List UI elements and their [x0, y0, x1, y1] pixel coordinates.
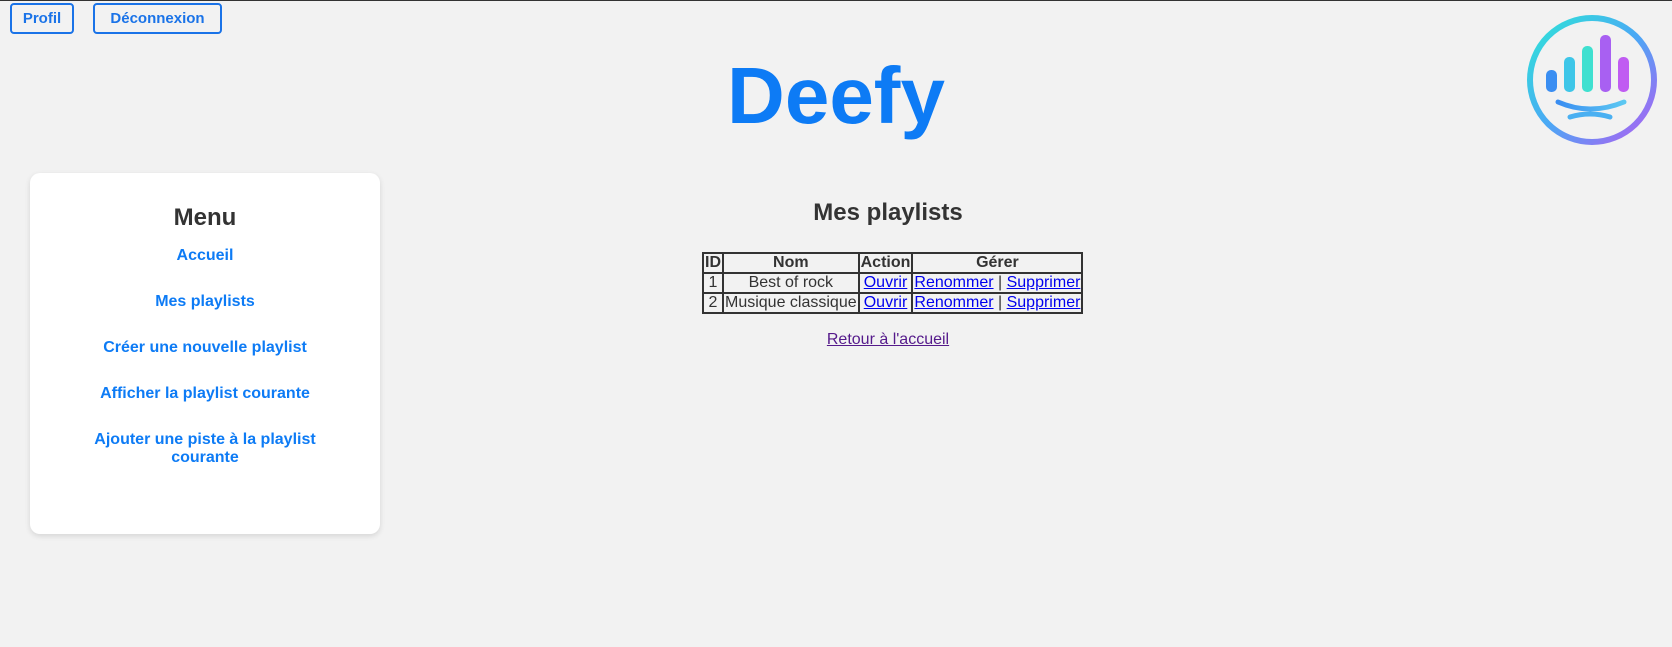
table-header-row: ID Nom Action Gérer [703, 253, 1083, 273]
menu-item-creer-playlist[interactable]: Créer une nouvelle playlist [85, 339, 325, 357]
playlist-name: Best of rock [723, 273, 859, 293]
column-header-id: ID [703, 253, 723, 273]
playlist-id: 1 [703, 273, 723, 293]
table-row: 1 Best of rock Ouvrir Renommer | Supprim… [703, 273, 1083, 293]
menu-item-ajouter-piste[interactable]: Ajouter une piste à la playlist courante [85, 431, 325, 467]
table-row: 2 Musique classique Ouvrir Renommer | Su… [703, 293, 1083, 313]
menu-item-afficher-playlist[interactable]: Afficher la playlist courante [85, 385, 325, 403]
site-title: Deefy [727, 51, 945, 140]
page-title: Mes playlists [813, 199, 963, 226]
top-border [0, 0, 1672, 1]
logout-button[interactable]: Déconnexion [93, 3, 222, 34]
playlists-table: ID Nom Action Gérer 1 Best of rock Ouvri… [702, 252, 1084, 314]
link-separator: | [998, 274, 1003, 291]
menu-item-mes-playlists[interactable]: Mes playlists [85, 293, 325, 311]
rename-playlist-link[interactable]: Renommer [914, 294, 993, 311]
equalizer-smile-logo-icon [1524, 13, 1660, 147]
open-playlist-link[interactable]: Ouvrir [864, 294, 908, 311]
back-to-home-link[interactable]: Retour à l'accueil [827, 331, 949, 348]
delete-playlist-link[interactable]: Supprimer [1007, 274, 1081, 291]
link-separator: | [998, 294, 1003, 311]
profile-button[interactable]: Profil [10, 3, 74, 34]
playlist-name: Musique classique [723, 293, 859, 313]
open-playlist-link[interactable]: Ouvrir [864, 274, 908, 291]
column-header-gerer: Gérer [912, 253, 1083, 273]
back-link-container: Retour à l'accueil [380, 331, 1396, 349]
delete-playlist-link[interactable]: Supprimer [1007, 294, 1081, 311]
sidebar-menu: Menu Accueil Mes playlists Créer une nou… [30, 173, 380, 534]
menu-item-accueil[interactable]: Accueil [85, 247, 325, 265]
playlist-id: 2 [703, 293, 723, 313]
column-header-action: Action [858, 253, 913, 273]
rename-playlist-link[interactable]: Renommer [914, 274, 993, 291]
column-header-nom: Nom [723, 253, 859, 273]
menu-title: Menu [173, 204, 237, 231]
